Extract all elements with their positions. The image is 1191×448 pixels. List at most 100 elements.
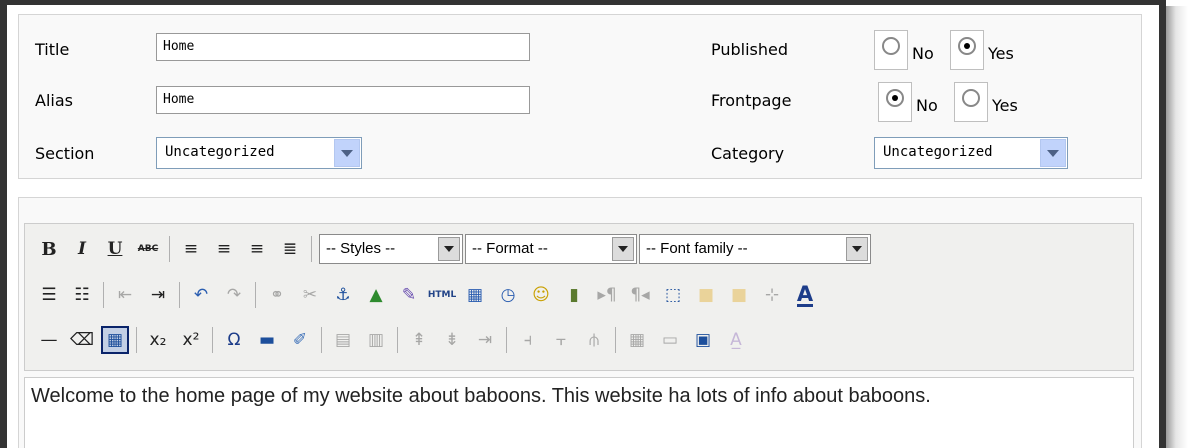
editor-toolbar: B I U ABC ≡ ≡ ≡ ≣ -- Styles -- -- Format -- -- … [24,223,1134,371]
superscript-button[interactable]: x² [177,326,205,354]
merge-cells-button[interactable]: ▭ [656,326,684,354]
insert-date-icon: ▦ [466,285,484,305]
style-props-icon: A̲ [730,330,742,350]
bold-button[interactable]: B [35,235,63,263]
remove-format-button[interactable]: ⌫ [68,326,96,354]
table-toggle-button[interactable]: ▦ [101,326,129,354]
insert-image-button[interactable]: ▲ [362,281,390,309]
anchor-button[interactable]: ⚓ [329,281,357,309]
toolbar-separator [397,327,398,353]
layer-absolute-button[interactable]: ⊹ [758,281,786,309]
subscript-icon: x₂ [149,330,167,350]
align-left-button[interactable]: ≡ [177,235,205,263]
insert-col-before-button[interactable]: ⫞ [514,326,542,354]
bold-icon: B [41,238,57,260]
content-editor[interactable]: Welcome to the home page of my website a… [24,377,1134,448]
frontpage-no-label: No [916,96,938,115]
horizontal-rule-icon: — [40,330,58,350]
chevron-down-icon [1040,139,1066,167]
layer-insert-button[interactable]: ■ [692,281,720,309]
layer-forward-button[interactable]: ■ [725,281,753,309]
font-family-select[interactable]: -- Font family -- [639,234,871,264]
split-cells-button[interactable]: ▦ [623,326,651,354]
delete-row-button[interactable]: ⇥ [471,326,499,354]
underline-button[interactable]: U [101,235,129,263]
html-source-button[interactable]: HTML [428,281,456,309]
insert-date-button[interactable]: ▦ [461,281,489,309]
edit-css-button[interactable]: ✐ [286,326,314,354]
align-center-button[interactable]: ≡ [210,235,238,263]
indent-button[interactable]: ⇥ [144,281,172,309]
insert-layer-button[interactable]: ▣ [689,326,717,354]
insert-time-button[interactable]: ◷ [494,281,522,309]
frontpage-yes-label: Yes [992,96,1018,115]
insert-hr-button[interactable]: ▬ [253,326,281,354]
toolbar-row-2: ☰ ☷ ⇤ ⇥ ↶ ↷ ⚭ ✂ ⚓ ▲ ✎ HTML ▦ ◷ ☺ ▮ ▸¶ ¶◂ ⬚ ■ ■ ⊹ A [35,275,824,315]
style-props-button[interactable]: A̲ [722,326,750,354]
merge-cells-icon: ▭ [661,330,679,350]
numbered-list-button[interactable]: ☷ [68,281,96,309]
frontpage-yes-radio[interactable] [962,89,980,107]
published-no-label: No [912,44,934,63]
insert-col-after-button[interactable]: ⫟ [547,326,575,354]
media-button[interactable]: ▮ [560,281,588,309]
title-input[interactable]: Home [156,33,530,61]
ltr-icon: ▸¶ [597,285,617,305]
category-select-value: Uncategorized [883,144,993,160]
table-toggle-icon: ▦ [106,330,124,350]
redo-button[interactable]: ↷ [220,281,248,309]
toolbar-separator [311,236,312,262]
horizontal-rule-button[interactable]: — [35,326,63,354]
special-char-button[interactable]: Ω [220,326,248,354]
toolbar-separator [506,327,507,353]
subscript-button[interactable]: x₂ [144,326,172,354]
emoticons-button[interactable]: ☺ [527,281,555,309]
align-justify-button[interactable]: ≣ [276,235,304,263]
chevron-down-icon [438,237,460,261]
font-color-button[interactable]: A [791,281,819,309]
undo-button[interactable]: ↶ [187,281,215,309]
frontpage-no-radio[interactable] [886,89,904,107]
align-right-button[interactable]: ≡ [243,235,271,263]
bullet-list-button[interactable]: ☰ [35,281,63,309]
published-no-radio-box [874,30,908,70]
delete-col-button[interactable]: ⫛ [580,326,608,354]
insert-link-button[interactable]: ⚭ [263,281,291,309]
category-select[interactable]: Uncategorized [874,137,1068,169]
cleanup-button[interactable]: ✎ [395,281,423,309]
table-row-props-button[interactable]: ▤ [329,326,357,354]
category-label: Category [711,144,785,163]
section-select[interactable]: Uncategorized [156,137,362,169]
delete-col-icon: ⫛ [588,330,600,350]
chevron-down-icon [612,237,634,261]
numbered-list-icon: ☷ [74,285,90,305]
published-yes-radio[interactable] [958,37,976,55]
toolbar-separator [255,282,256,308]
italic-icon: I [78,239,86,259]
alias-input[interactable]: Home [156,86,530,114]
visual-aid-button[interactable]: ⬚ [659,281,687,309]
published-no-radio[interactable] [882,37,900,55]
italic-button[interactable]: I [68,235,96,263]
ltr-button[interactable]: ▸¶ [593,281,621,309]
outdent-button[interactable]: ⇤ [111,281,139,309]
section-select-value: Uncategorized [165,144,275,160]
format-select[interactable]: -- Format -- [465,234,637,264]
insert-row-before-button[interactable]: ⇞ [405,326,433,354]
chevron-down-icon [334,139,360,167]
remove-format-icon: ⌫ [69,330,95,350]
toolbar-separator [615,327,616,353]
strikethrough-icon: ABC [137,244,159,254]
cleanup-icon: ✎ [401,285,417,305]
table-cell-props-button[interactable]: ▥ [362,326,390,354]
rtl-button[interactable]: ¶◂ [626,281,654,309]
strikethrough-button[interactable]: ABC [134,235,162,263]
unlink-button[interactable]: ✂ [296,281,324,309]
styles-select-value: -- Styles -- [326,240,396,257]
align-left-icon: ≡ [183,239,199,259]
superscript-icon: x² [182,330,200,350]
html-source-icon: HTML [427,290,457,300]
special-char-icon: Ω [227,330,241,350]
insert-row-after-button[interactable]: ⇟ [438,326,466,354]
styles-select[interactable]: -- Styles -- [319,234,463,264]
